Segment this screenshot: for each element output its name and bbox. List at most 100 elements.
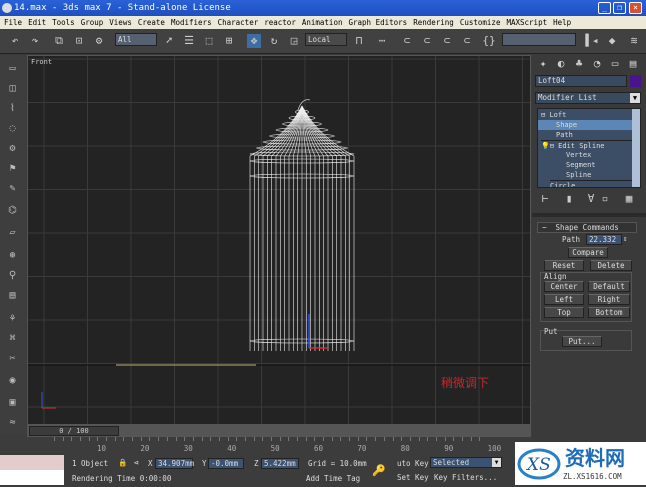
auto-key-button[interactable]: uto Key [397,459,429,468]
named-selection-dropdown[interactable] [502,33,576,46]
menu-maxscript[interactable]: MAXScript [506,18,547,27]
delete-button[interactable]: Delete [590,260,632,271]
tool-icon[interactable]: ⊛ [5,250,20,264]
layers-icon[interactable]: ≋ [627,34,641,48]
menu-file[interactable]: File [4,18,22,27]
snap-icon[interactable]: ⊂ [400,34,414,48]
object-name-field[interactable]: Loft04 [535,75,627,87]
modify-tab-icon[interactable]: ◐ [554,57,568,71]
maxscript-listener-pink[interactable] [0,455,64,470]
redo-icon[interactable]: ↷ [28,34,42,48]
absolute-mode-icon[interactable]: ⊲ [134,458,139,467]
viewport-label[interactable]: Front [31,58,52,66]
configure-modifier-sets-icon[interactable]: ▦ [622,192,636,206]
tool-icon[interactable]: ▤ [5,290,20,304]
time-slider[interactable]: 0 / 100 [27,425,531,437]
stack-item-segment[interactable]: Segment [566,160,596,170]
select-icon[interactable]: ➚ [162,34,176,48]
menu-views[interactable]: Views [109,18,132,27]
stack-item-shape[interactable]: Shape [538,120,634,130]
top-button[interactable]: Top [544,307,584,318]
pivot-icon[interactable]: ⊓ [352,34,366,48]
stack-item-circle[interactable]: Circle [550,180,634,187]
left-button[interactable]: Left [544,294,584,305]
maxscript-listener-white[interactable] [0,470,64,485]
ref-coord-dropdown[interactable]: Local [305,33,347,46]
mirror-icon[interactable]: ▌◂ [585,34,599,48]
region-select-icon[interactable]: ⬚ [202,34,216,48]
menu-group[interactable]: Group [81,18,104,27]
tool-icon[interactable]: ≈ [5,417,20,431]
minimize-button[interactable]: _ [598,2,611,14]
tool-icon[interactable]: ✂ [5,353,20,367]
create-tab-icon[interactable]: ✦ [536,57,550,71]
reset-button[interactable]: Reset [544,260,584,271]
hierarchy-tab-icon[interactable]: ♣ [572,57,586,71]
unlink-icon[interactable]: ⊡ [72,34,86,48]
key-filters-button[interactable]: Key Filters... [434,473,497,482]
z-coordinate-field[interactable]: 5.422mm [261,458,299,469]
tool-icon[interactable]: ⚘ [5,313,20,327]
spinner-snap-icon[interactable]: ⊂ [460,34,474,48]
tool-icon[interactable]: ◌ [5,123,20,137]
stack-item-edit-spline[interactable]: 💡⊟ Edit Spline [541,140,634,150]
object-color-swatch[interactable] [630,75,641,87]
menu-animation[interactable]: Animation [302,18,343,27]
named-selection-icon[interactable]: {} [482,34,496,48]
menu-character[interactable]: Character [218,18,259,27]
stack-item-vertex[interactable]: Vertex [566,150,591,160]
scale-icon[interactable]: ◲ [287,34,301,48]
bind-space-warp-icon[interactable]: ⚙ [92,34,106,48]
tool-icon[interactable]: ⚙ [5,143,20,157]
maximize-button[interactable]: ❐ [613,2,626,14]
menu-create[interactable]: Create [138,18,165,27]
stack-item-loft[interactable]: ⊟ Loft [541,110,566,120]
percent-snap-icon[interactable]: ⊂ [440,34,454,48]
shape-commands-rollout[interactable]: − Shape Commands [537,222,637,233]
spinner-arrows-icon[interactable]: ⇕ [623,234,628,243]
tool-icon[interactable]: ▣ [5,397,20,411]
tool-icon[interactable]: ▱ [5,227,20,241]
key-mode-dropdown[interactable]: Selected ▼ [430,457,502,468]
close-button[interactable]: × [629,2,642,14]
default-button[interactable]: Default [588,281,630,292]
show-end-result-icon[interactable]: ▮ [562,192,576,206]
make-unique-icon[interactable]: ∀ [584,192,598,206]
menu-graph-editors[interactable]: Graph Editors [348,18,407,27]
motion-tab-icon[interactable]: ◔ [590,57,604,71]
angle-snap-icon[interactable]: ⊂ [420,34,434,48]
move-icon[interactable]: ✥ [247,34,261,48]
stack-item-spline[interactable]: Spline [566,170,591,180]
pin-stack-icon[interactable]: ⊢ [538,192,552,206]
align-icon[interactable]: ◆ [605,34,619,48]
manipulate-icon[interactable]: ⋯ [375,34,389,48]
x-coordinate-field[interactable]: 34.907mm [155,458,194,469]
path-spinner[interactable]: 22.332 [586,234,622,245]
utilities-tab-icon[interactable]: ▤ [626,57,640,71]
menu-edit[interactable]: Edit [28,18,46,27]
modifier-list-dropdown[interactable]: Modifier List ▼ [535,92,641,104]
menu-customize[interactable]: Customize [460,18,501,27]
window-crossing-icon[interactable]: ⊞ [222,34,236,48]
tool-icon[interactable]: ⌬ [5,205,20,219]
tool-icon[interactable]: ✎ [5,183,20,197]
undo-icon[interactable]: ↶ [8,34,22,48]
select-by-name-icon[interactable]: ☰ [182,34,196,48]
display-tab-icon[interactable]: ▭ [608,57,622,71]
put-button[interactable]: Put... [562,336,602,347]
lock-icon[interactable]: 🔒 [118,458,127,467]
menu-help[interactable]: Help [553,18,571,27]
tool-icon[interactable]: ◫ [5,83,20,97]
bottom-button[interactable]: Bottom [588,307,630,318]
track-bar[interactable]: 10 20 30 40 50 60 70 80 90 100 [27,437,531,455]
time-slider-thumb[interactable]: 0 / 100 [29,426,119,436]
menu-reactor[interactable]: reactor [264,18,296,27]
rotate-icon[interactable]: ↻ [267,34,281,48]
tool-icon[interactable]: ⌘ [5,333,20,347]
menu-modifiers[interactable]: Modifiers [171,18,212,27]
tool-icon[interactable]: ⚑ [5,163,20,177]
menu-rendering[interactable]: Rendering [413,18,454,27]
stack-scrollbar[interactable] [632,109,640,187]
center-button[interactable]: Center [544,281,584,292]
set-key-button[interactable]: Set Key [397,473,429,482]
